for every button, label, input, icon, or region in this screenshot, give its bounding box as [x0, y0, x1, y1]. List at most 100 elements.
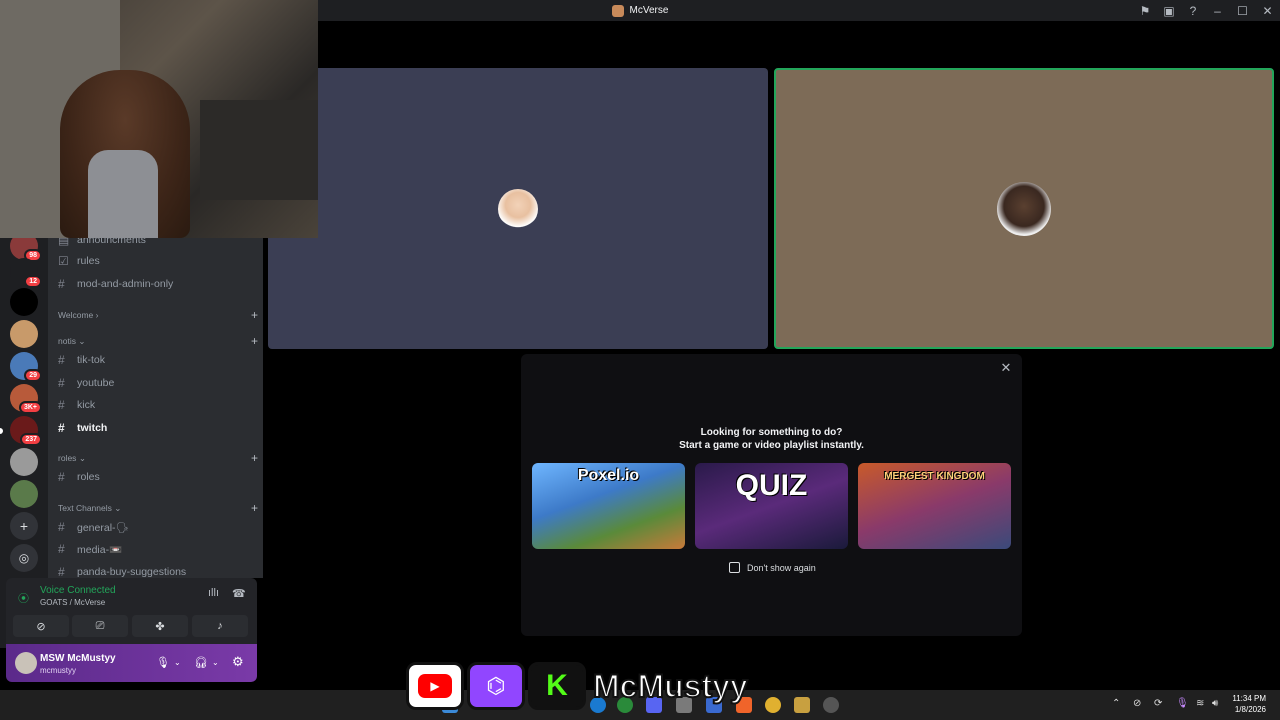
channel-general[interactable]: # general-🗣 — [58, 517, 129, 537]
channel-youtube[interactable]: # youtube — [58, 373, 114, 393]
checklist-icon: ☑ — [58, 254, 69, 268]
microphone-icon[interactable]: 🎙︎ — [1176, 698, 1189, 709]
flag-icon[interactable]: ⚑ — [1133, 0, 1157, 21]
soundboard-button[interactable]: ♪ — [192, 615, 248, 637]
chevron-down-icon: ⌄ — [114, 502, 122, 513]
server-icon[interactable] — [10, 448, 38, 476]
dont-show-again-checkbox[interactable]: Don't show again — [729, 562, 816, 573]
server-icon[interactable] — [10, 320, 38, 348]
noise-suppression-icon[interactable]: ıllı — [208, 587, 219, 599]
server-icon[interactable]: 3K+ — [10, 384, 42, 414]
disconnect-icon[interactable]: ☎ — [232, 587, 246, 600]
add-channel-icon[interactable]: + — [251, 308, 258, 322]
hash-icon: # — [58, 542, 65, 556]
signal-icon[interactable]: ⦿ — [18, 590, 29, 606]
activity-button[interactable]: ✤ — [132, 615, 188, 637]
participant-avatar — [498, 188, 538, 229]
activity-icon: ✤ — [155, 620, 165, 633]
add-channel-icon[interactable]: + — [251, 501, 258, 515]
close-icon[interactable]: ✕ — [998, 360, 1014, 376]
chevron-down-icon: ⌄ — [78, 335, 86, 346]
voice-location[interactable]: GOATS / McVerse — [40, 598, 105, 607]
server-icon[interactable]: 12 — [10, 258, 42, 288]
avatar[interactable] — [15, 652, 37, 674]
window-title: McVerse — [629, 5, 669, 16]
help-icon[interactable]: ? — [1181, 0, 1205, 21]
channel-rules[interactable]: ☑ rules — [58, 251, 100, 271]
app-icon[interactable] — [794, 697, 810, 713]
chevron-down-icon: ⌄ — [78, 452, 86, 463]
tray-icon[interactable]: ⊘ — [1133, 698, 1141, 709]
hash-icon: # — [58, 277, 65, 291]
channel-mod-and-admin-only[interactable]: # mod-and-admin-only — [58, 274, 173, 294]
category-notis[interactable]: notis ⌄ + — [58, 333, 258, 349]
camera-off-icon: ⊘ — [36, 620, 46, 633]
maximize-icon[interactable]: ☐ — [1230, 0, 1255, 21]
add-server-icon[interactable]: + — [10, 512, 38, 540]
add-channel-icon[interactable]: + — [251, 334, 258, 348]
chrome-icon[interactable] — [765, 697, 781, 713]
channel-announcments[interactable]: ▤ announcments — [58, 238, 146, 250]
camera-off-button[interactable]: ⊘ — [13, 615, 69, 637]
hash-icon: # — [58, 421, 65, 435]
chevron-down-icon[interactable]: ⌄ — [174, 658, 181, 667]
close-icon[interactable]: ✕ — [1255, 0, 1280, 21]
hash-icon: # — [58, 470, 65, 484]
user-panel: MSW McMustyy mcmustyy 🎙︎ ⌄ 🎧︎ ⌄ ⚙ — [6, 644, 257, 682]
minimize-icon[interactable]: – — [1205, 0, 1230, 21]
game-card-poxel[interactable]: Poxel.io — [532, 463, 685, 549]
discord-window: McVerse ⚑ ▣ ? – ☐ ✕ 98 12 29 3K+ 237 + ◎… — [0, 0, 1280, 720]
user-handle: mcmustyy — [40, 666, 76, 675]
streamer-name: McMustyy — [592, 667, 749, 705]
microphone-icon[interactable]: 🎙︎ — [156, 656, 170, 669]
channel-media[interactable]: # media-📼 — [58, 539, 122, 559]
user-display-name[interactable]: MSW McMustyy — [40, 653, 116, 664]
screen-share-button[interactable]: ⎚ — [72, 615, 128, 637]
category-welcome[interactable]: Welcome › + — [58, 307, 258, 323]
voice-panel: ⦿ Voice Connected GOATS / McVerse ıllı ☎… — [6, 578, 257, 644]
chevron-up-icon[interactable]: ⌃ — [1112, 698, 1120, 709]
soundboard-icon: ♪ — [217, 620, 223, 632]
hash-icon: # — [58, 520, 65, 534]
sync-icon[interactable]: ⟳ — [1154, 698, 1162, 709]
webcam-shirt — [88, 150, 158, 238]
game-card-mergest[interactable]: MERGEST KINGDOM — [858, 463, 1011, 549]
channel-panda-buy-suggestions[interactable]: # panda-buy-suggestions — [58, 562, 186, 578]
inbox-icon[interactable]: ▣ — [1157, 0, 1181, 21]
volume-icon[interactable]: 🔊︎ — [1212, 698, 1218, 709]
screen-share-icon: ⎚ — [95, 619, 105, 632]
voice-status[interactable]: Voice Connected — [40, 585, 116, 596]
channel-kick[interactable]: # kick — [58, 395, 95, 415]
app-icon — [611, 4, 624, 17]
channel-roles[interactable]: # roles — [58, 467, 100, 487]
channel-twitch[interactable]: # twitch — [58, 418, 107, 438]
gear-icon[interactable]: ⚙ — [232, 654, 244, 670]
system-clock[interactable]: 11:34 PM 1/8/2026 — [1232, 693, 1266, 715]
activity-popup: ✕ Looking for something to do? Start a g… — [521, 354, 1022, 636]
checkbox-icon — [729, 562, 740, 573]
headphones-icon[interactable]: 🎧︎ — [194, 656, 208, 669]
server-icon[interactable] — [10, 288, 38, 316]
activity-prompt: Looking for something to do? Start a gam… — [679, 427, 864, 451]
chevron-down-icon[interactable]: ⌄ — [212, 658, 219, 667]
channel-tik-tok[interactable]: # tik-tok — [58, 350, 105, 370]
stream-branding: ▶ ⌬ K McMustyy — [406, 660, 749, 712]
kick-icon: K — [528, 662, 586, 710]
server-icon[interactable] — [10, 480, 38, 508]
discover-icon[interactable]: ◎ — [10, 544, 38, 572]
category-roles[interactable]: roles ⌄ + — [58, 450, 258, 466]
participant-tile[interactable] — [268, 68, 768, 349]
game-card-quiz[interactable]: QUIZ — [695, 463, 848, 549]
hash-icon: # — [58, 398, 65, 412]
wifi-icon[interactable]: ≋ — [1196, 698, 1204, 709]
youtube-icon: ▶ — [406, 662, 464, 710]
server-icon[interactable]: 29 — [10, 352, 42, 382]
obs-icon[interactable] — [823, 697, 839, 713]
selected-server-pill — [0, 428, 3, 434]
add-channel-icon[interactable]: + — [251, 451, 258, 465]
webcam-shelf — [200, 100, 318, 200]
participant-tile-speaking[interactable] — [774, 68, 1274, 349]
channel-list: ▤ announcments ☑ rules # mod-and-admin-only… — [48, 238, 263, 578]
server-icon[interactable]: 237 — [10, 416, 42, 446]
category-text-channels[interactable]: Text Channels ⌄ + — [58, 500, 258, 516]
